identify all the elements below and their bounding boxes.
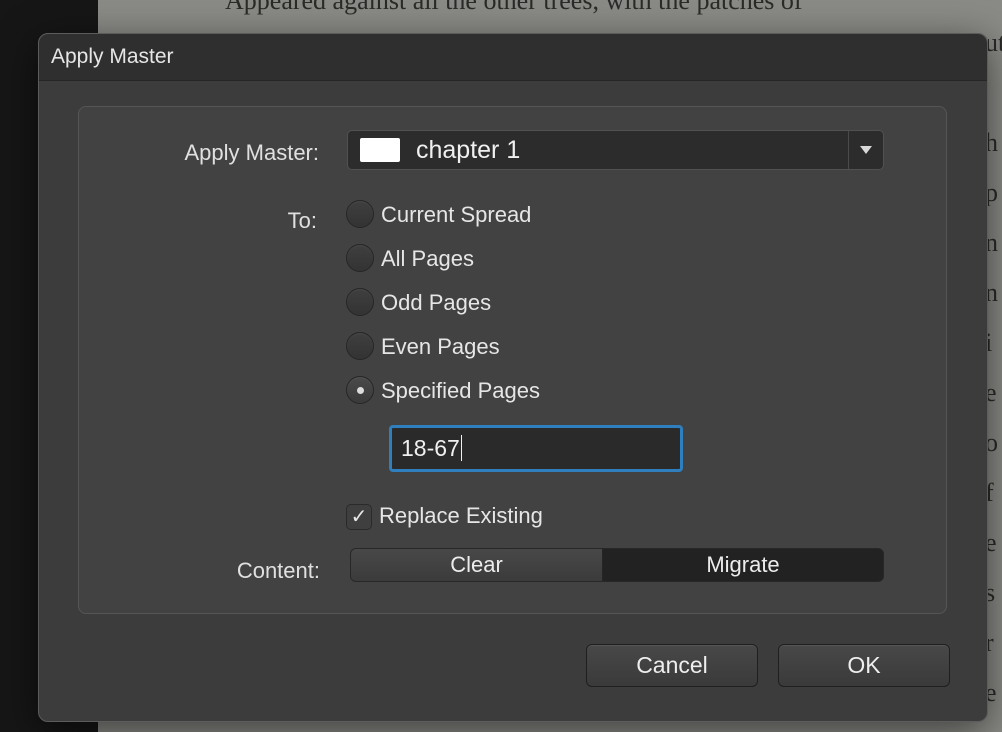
document-edge-glyph: f [988,480,994,506]
dialog-titlebar[interactable]: Apply Master [39,34,987,81]
content-segmented-control[interactable]: Clear Migrate [350,548,884,582]
radio-label: All Pages [381,246,474,271]
apply-master-label: Apply Master: [184,140,320,165]
document-edge-glyph: s [988,580,996,606]
dialog-title: Apply Master [51,45,174,68]
master-color-swatch [360,138,400,162]
radio-button[interactable] [346,332,374,360]
document-edge-glyph: n [988,230,998,256]
radio-button-selected[interactable] [346,376,374,404]
radio-button[interactable] [346,288,374,316]
radio-label: Odd Pages [381,290,492,315]
specified-pages-input[interactable]: 18-67 [389,425,683,472]
radio-label: Even Pages [381,334,500,359]
document-edge-glyph: ut [988,30,1002,56]
document-edge-glyph: e [988,680,997,706]
document-edge-glyph: n [988,280,998,306]
replace-existing-checkbox[interactable]: ✓ [346,504,372,530]
content-label: Content: [236,558,320,583]
dropdown-toggle[interactable] [848,131,883,169]
radio-dot-icon [357,387,364,394]
ok-button[interactable]: OK [778,644,950,687]
to-label: To: [287,208,317,233]
specified-pages-value: 18-67 [401,435,460,461]
master-dropdown[interactable]: chapter 1 [347,130,884,170]
document-edge-glyph: r [988,630,994,656]
cancel-button[interactable]: Cancel [586,644,758,687]
radio-label: Specified Pages [381,378,540,403]
replace-existing-label[interactable]: Replace Existing [379,503,543,529]
document-edge-glyph: p [988,180,998,206]
apply-master-dialog: Apply Master Apply Master: chapter 1 To:… [38,33,988,722]
document-edge-glyph: e [988,380,997,406]
options-panel [78,106,947,614]
document-edge-glyph: o [988,430,998,456]
segment-migrate[interactable]: Migrate [603,549,883,581]
document-edge-glyph: h [988,130,998,156]
chevron-down-icon [860,146,872,154]
radio-button[interactable] [346,200,374,228]
checkmark-icon: ✓ [350,506,368,528]
text-caret [460,435,462,461]
radio-label: Current Spread [381,202,532,227]
document-text-line: Appeared against all the other trees, wi… [225,0,803,15]
segment-clear[interactable]: Clear [351,549,603,581]
document-edge-glyph: e [988,530,997,556]
radio-button[interactable] [346,244,374,272]
master-dropdown-value: chapter 1 [416,136,521,164]
document-edge-glyph: i [988,330,993,356]
